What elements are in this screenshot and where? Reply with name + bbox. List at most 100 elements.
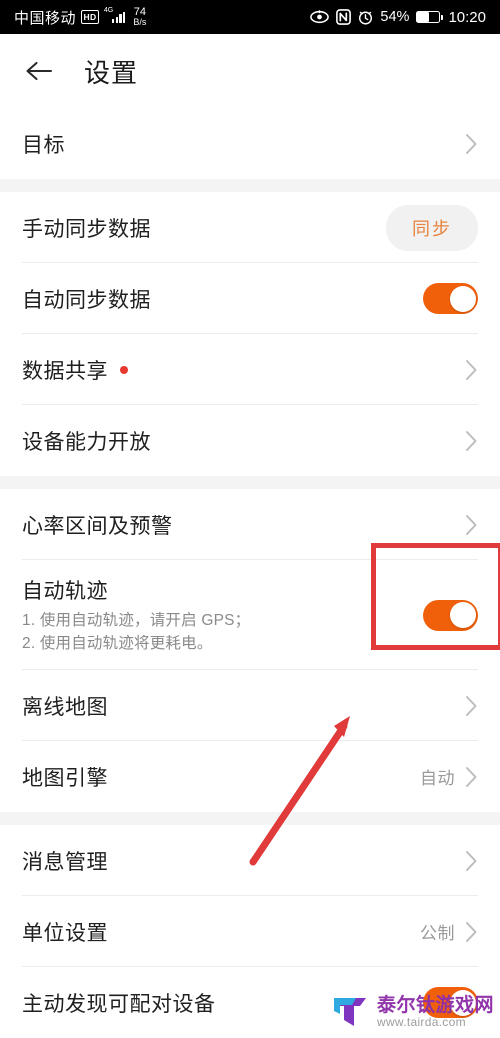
row-label-text: 主动发现可配对设备 [22,992,216,1016]
section-divider [0,812,500,825]
row-trailing: 同步 [386,204,478,251]
row-content: 目标 [22,129,465,159]
toggle-switch[interactable] [423,283,478,314]
row-label-text: 目标 [22,133,65,157]
section-divider [0,476,500,489]
row-trailing: 自动 [420,764,478,789]
status-bar-right: 54% 10:20 [310,9,486,26]
settings-row[interactable]: 自动轨迹 1. 使用自动轨迹，请开启 GPS； 2. 使用自动轨迹将更耗电。 [0,560,500,670]
chevron-right-icon [465,695,478,717]
clock-label: 10:20 [448,8,486,26]
settings-row[interactable]: 消息管理 [0,825,500,896]
row-value: 自动 [420,769,455,788]
row-label-text: 自动同步数据 [22,288,151,312]
row-label: 数据共享 [22,355,465,385]
row-label-text: 手动同步数据 [22,217,151,241]
row-label: 手动同步数据 [22,213,386,243]
settings-row[interactable]: 地图引擎 自动 [0,741,500,812]
nfc-icon [336,9,352,25]
row-trailing: 公制 [420,919,478,944]
row-label: 消息管理 [22,846,465,876]
network-speed-unit: B/s [133,17,147,28]
eye-comfort-icon [310,10,330,24]
row-label: 单位设置 [22,917,420,947]
battery-percent-label: 54% [380,9,410,25]
row-label-text: 单位设置 [22,921,108,945]
settings-row[interactable]: 心率区间及预警 [0,489,500,560]
network-type-label: 4G [103,7,114,14]
row-label-text: 设备能力开放 [22,430,151,454]
section-divider [0,179,500,192]
row-label: 自动同步数据 [22,284,423,314]
status-bar: 中国移动 HD 4G 74 B/s 54% 10:20 [0,0,500,34]
battery-icon [416,11,444,23]
chevron-right-icon [465,359,478,381]
settings-row[interactable]: 设备能力开放 [0,405,500,476]
new-badge-dot [120,365,128,374]
chevron-right-icon [465,430,478,452]
alarm-clock-icon [358,10,373,25]
row-description-line-2: 2. 使用自动轨迹将更耗电。 [22,635,213,652]
row-label: 设备能力开放 [22,426,465,456]
row-trailing [423,599,478,631]
row-content: 地图引擎 [22,762,420,792]
row-content: 自动轨迹 1. 使用自动轨迹，请开启 GPS； 2. 使用自动轨迹将更耗电。 [22,575,423,656]
row-label-text: 地图引擎 [22,766,108,790]
row-label-text: 心率区间及预警 [22,514,173,538]
watermark-url: www.tairda.com [376,1014,466,1029]
row-trailing [465,133,478,155]
row-content: 自动同步数据 [22,284,423,314]
row-content: 离线地图 [22,691,465,721]
row-trailing [465,430,478,452]
settings-group: 心率区间及预警 自动轨迹 1. 使用自动轨迹，请开启 GPS； 2. 使用自动轨迹将更… [0,489,500,812]
row-value: 公制 [420,924,455,943]
settings-row[interactable]: 目标 [0,108,500,179]
back-arrow-icon[interactable] [22,54,56,88]
row-label: 地图引擎 [22,762,420,792]
settings-row[interactable]: 手动同步数据 同步 [0,192,500,263]
row-label-text: 消息管理 [22,850,108,874]
carrier-label: 中国移动 [14,9,77,27]
row-content: 消息管理 [22,846,465,876]
row-content: 单位设置 [22,917,420,947]
row-content: 数据共享 [22,355,465,385]
settings-group: 手动同步数据 同步自动同步数据数据共享设备能力开放 [0,192,500,476]
row-content: 手动同步数据 [22,213,386,243]
settings-row[interactable]: 自动同步数据 [0,263,500,334]
row-label-text: 离线地图 [22,695,108,719]
page-title: 设置 [84,57,139,88]
app-header: 设置 [0,34,500,108]
status-bar-left: 中国移动 HD 4G 74 B/s [14,6,147,28]
chevron-right-icon [465,514,478,536]
chevron-right-icon [465,850,478,872]
chevron-right-icon [465,766,478,788]
row-trailing [423,283,478,314]
settings-list[interactable]: 目标手动同步数据 同步自动同步数据数据共享设备能力开放 心率区间及预警 自动轨迹 1. … [0,108,500,1038]
signal-icon: 4G [104,7,126,23]
toggle-switch[interactable] [423,599,478,631]
row-label-text: 自动轨迹 [22,579,108,603]
settings-group: 目标 [0,108,500,179]
row-label: 离线地图 [22,691,465,721]
row-trailing [465,359,478,381]
watermark: 泰尔钛游戏网 www.tairda.com [330,992,494,1032]
sync-button[interactable]: 同步 [386,204,478,251]
settings-row[interactable]: 数据共享 [0,334,500,405]
watermark-name: 泰尔钛游戏网 [376,994,494,1016]
settings-row[interactable]: 单位设置 公制 [0,896,500,967]
row-trailing [465,695,478,717]
signal-bars-icon [111,11,126,23]
row-label: 自动轨迹 [22,575,423,605]
row-content: 设备能力开放 [22,426,465,456]
watermark-logo-icon [333,998,366,1026]
row-trailing [465,514,478,536]
row-description-line-1: 1. 使用自动轨迹，请开启 GPS； [22,611,251,629]
row-label: 目标 [22,129,465,159]
row-content: 心率区间及预警 [22,510,465,540]
settings-row[interactable]: 离线地图 [0,670,500,741]
row-trailing [465,850,478,872]
row-label: 心率区间及预警 [22,510,465,540]
phone-screen: 中国移动 HD 4G 74 B/s 54% 10:20 设置 目标 手动同步数据… [0,0,500,1038]
hd-icon: HD [81,10,99,24]
chevron-right-icon [465,921,478,943]
